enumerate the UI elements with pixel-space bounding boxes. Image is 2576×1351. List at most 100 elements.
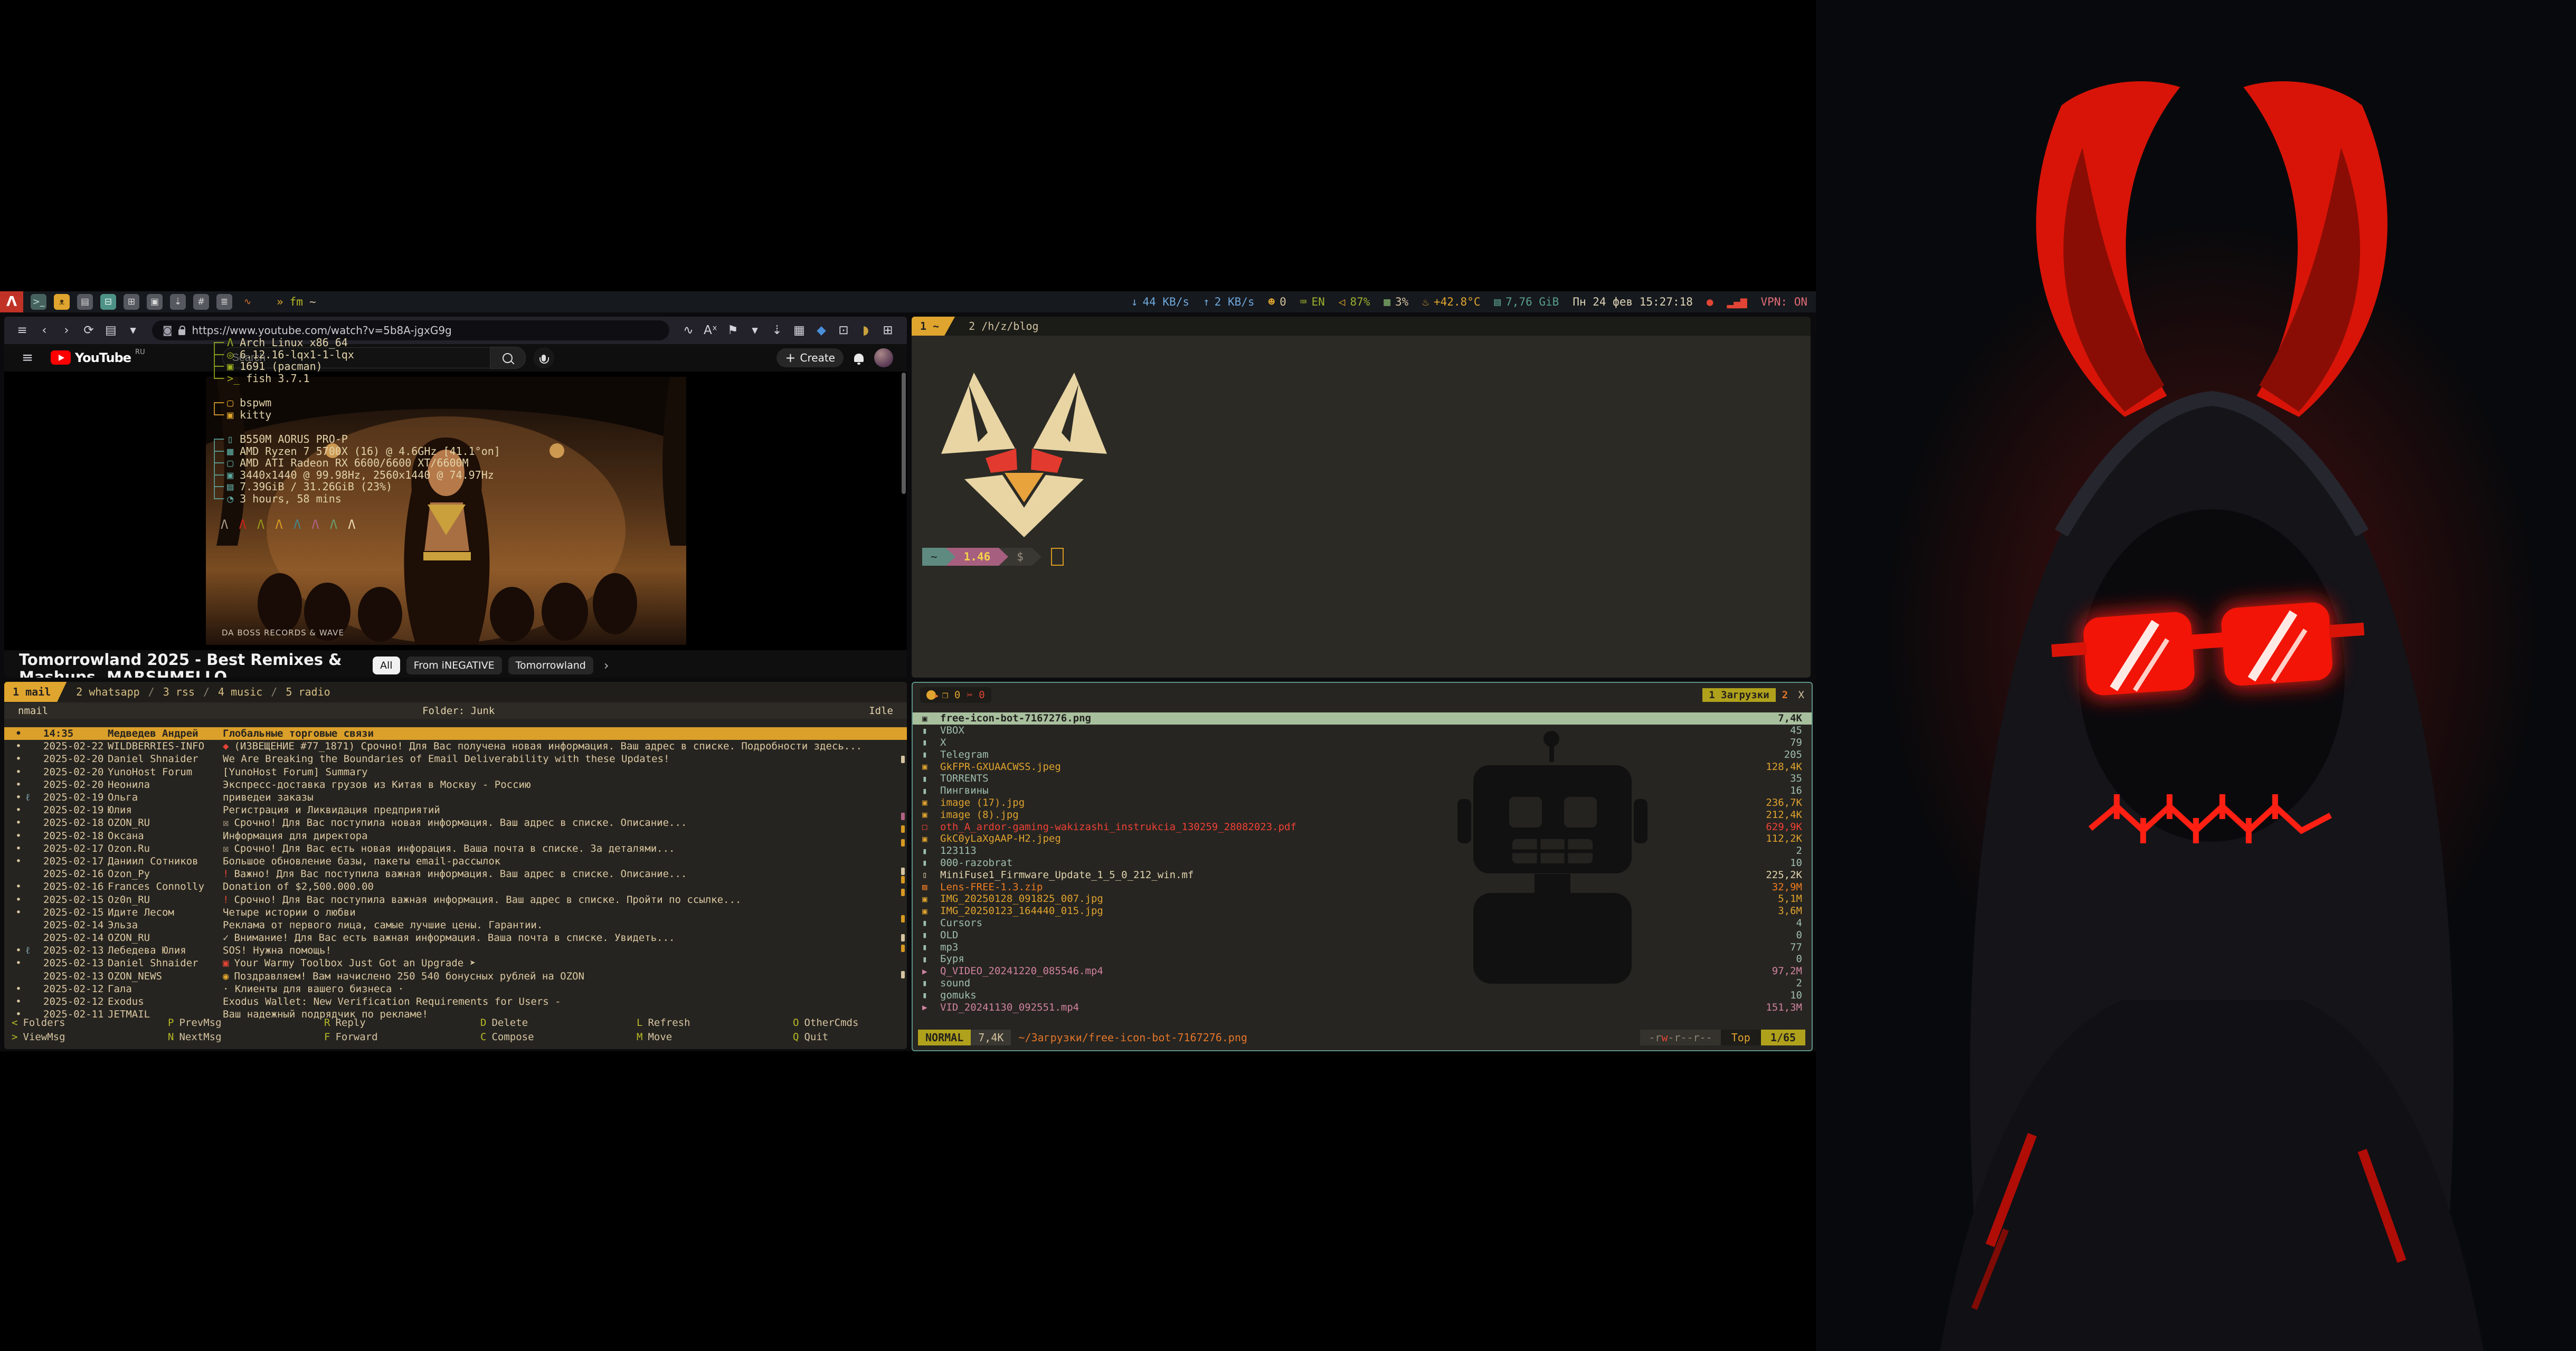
ws-cat-icon[interactable]: ᴥ [54, 294, 70, 310]
mail-help-move[interactable]: MMove [629, 1031, 785, 1043]
file-row[interactable]: ▣GkFPR-GXUAACWSS.jpeg128,4K [913, 760, 1812, 773]
mail-row[interactable]: •2025-02-19ЮлияРегистрация и Ликвидация … [4, 804, 907, 816]
file-row[interactable]: ▮mp377 [913, 941, 1812, 953]
mail-help-reply[interactable]: RReply [317, 1017, 473, 1029]
mail-help-viewmsg[interactable]: >ViewMsg [4, 1031, 160, 1043]
file-row[interactable]: ▮Telegram205 [913, 748, 1812, 760]
file-row[interactable]: ▮Буря0 [913, 953, 1812, 965]
mail-row[interactable]: 2025-02-16Ozon_Py!Важно! Для Вас поступи… [4, 868, 907, 880]
mail-help-refresh[interactable]: LRefresh [629, 1017, 785, 1029]
ws-pulse-icon[interactable]: ∿ [240, 294, 255, 310]
yazi-tab-inactive[interactable]: 2 X [1782, 689, 1804, 701]
mail-row[interactable]: •2025-02-16Frances ConnollyDonation of $… [4, 880, 907, 893]
ghost-counter[interactable]: ☻0 [1268, 296, 1286, 308]
youtube-logo[interactable]: YouTube RU [51, 350, 145, 365]
rss-icon[interactable]: ∿ [679, 321, 698, 340]
yazi-tab-active[interactable]: 1 Загрузки [1702, 688, 1775, 702]
mail-row[interactable]: •2025-02-22WILDBERRIES-INFO◆(ИЗВЕЩЕНИЕ #… [4, 740, 907, 753]
cpu-load[interactable]: ▦3% [1384, 296, 1408, 308]
file-row[interactable]: ▮OLD0 [913, 929, 1812, 941]
browser-scrollbar[interactable] [902, 373, 906, 494]
ws-terminal-icon[interactable]: >_ [31, 294, 46, 310]
file-row[interactable]: ▮sound2 [913, 977, 1812, 990]
mail-row[interactable]: •2025-02-20Daniel ShnaiderWe Are Breakin… [4, 753, 907, 765]
filter-chip-2[interactable]: Tomorrowland [508, 657, 593, 674]
puzzle-icon[interactable]: ⊞ [878, 321, 897, 340]
extension-blue-icon[interactable]: ◆ [812, 321, 831, 340]
terminal-tab-inactive[interactable]: 2 /h/z/blog [955, 317, 1052, 336]
file-row[interactable]: ▣IMG_20250128_091825_007.jpg5,1M [913, 893, 1812, 905]
ws-list-icon[interactable]: ≣ [216, 294, 232, 310]
signal-bars[interactable]: ▂▄▆ [1727, 296, 1747, 308]
file-row[interactable]: ▮VBOX45 [913, 725, 1812, 737]
translate-icon[interactable]: Aˣ [701, 321, 720, 340]
mail-row[interactable]: •2025-02-15Идите ЛесомЧетыре истории о л… [4, 906, 907, 919]
mail-row[interactable]: •ℓ2025-02-13Лебедева ЮлияSOS! Нужна помо… [4, 944, 907, 957]
reader-caret-icon[interactable]: ▾ [124, 321, 143, 340]
file-row[interactable]: ▮Пингвины16 [913, 785, 1812, 797]
volume[interactable]: ◁87% [1339, 296, 1370, 308]
forward-icon[interactable]: › [57, 321, 76, 340]
screenshot-icon[interactable]: ⊡ [834, 321, 853, 340]
mail-row[interactable]: •2025-02-12ExodusExodus Wallet: New Veri… [4, 995, 907, 1008]
filter-chip-0[interactable]: All [373, 657, 400, 674]
file-row[interactable]: ▮Cursors4 [913, 917, 1812, 929]
mail-row[interactable]: 2025-02-13OZON_NEWS◉Поздравляем! Вам нач… [4, 970, 907, 983]
back-icon[interactable]: ‹ [35, 321, 54, 340]
mail-help-delete[interactable]: DDelete [473, 1017, 629, 1029]
youtube-menu-icon[interactable]: ≡ [18, 348, 37, 367]
mail-help-othercmds[interactable]: OOtherCmds [785, 1017, 907, 1029]
mail-row[interactable]: •2025-02-15Oz0n_RU!Срочно! Для Вас посту… [4, 893, 907, 906]
mail-help-prevmsg[interactable]: PPrevMsg [160, 1017, 317, 1029]
file-row[interactable]: ▯MiniFuse1_Firmware_Update_1_5_0_212_win… [913, 869, 1812, 881]
vpn-status[interactable]: VPN: ON [1760, 296, 1807, 308]
mail-help-compose[interactable]: CCompose [473, 1031, 629, 1043]
ws-windows-icon[interactable]: ⊞ [124, 294, 139, 310]
ws-chat-icon[interactable]: ⊟ [100, 294, 116, 310]
file-row[interactable]: ▮X79 [913, 737, 1812, 749]
download-icon[interactable]: ⇣ [768, 321, 787, 340]
file-row[interactable]: ▮1231132 [913, 845, 1812, 857]
memory[interactable]: ▤7,76 GiB [1494, 296, 1559, 308]
ws-images-icon[interactable]: ▣ [147, 294, 163, 310]
mail-row[interactable]: •2025-02-18ОксанаИнформация для директор… [4, 830, 907, 842]
url-text[interactable]: https://www.youtube.com/watch?v=5b8A-jgx… [192, 324, 451, 337]
mail-row[interactable]: 2025-02-14ЭльзаРеклама от первого лица, … [4, 919, 907, 931]
file-row[interactable]: ▶VID_20241130_092551.mp4151,3M [913, 1001, 1812, 1013]
net-down[interactable]: ↓44 KB/s [1131, 296, 1189, 308]
mail-row[interactable]: •2025-02-12Гала· Клиенты для вашего бизн… [4, 983, 907, 995]
ws-hash-icon[interactable]: # [193, 294, 209, 310]
bookmark-caret-icon[interactable]: ▾ [745, 321, 764, 340]
voice-search-button[interactable] [533, 347, 554, 368]
mail-tab-1[interactable]: 2 whatsapp [69, 682, 147, 702]
mail-row[interactable]: •2025-02-17Даниил СотниковБольшое обновл… [4, 855, 907, 868]
adblock-icon[interactable]: ◗ [856, 321, 875, 340]
terminal-tab-active[interactable]: 1 ~ [912, 317, 955, 336]
shell-prompt[interactable]: ~ 1.46 $ [922, 548, 1064, 566]
file-row[interactable]: ▨Lens-FREE-1.3.zip32,9M [913, 881, 1812, 893]
file-row[interactable]: ▶Q_VIDEO_20241220_085546.mp497,2M [913, 965, 1812, 977]
clock[interactable]: Пн 24 фев 15:27:18 [1573, 296, 1693, 308]
mail-tab-active[interactable]: 1 mail [4, 682, 67, 702]
bookmark-icon[interactable]: ⚑ [723, 321, 742, 340]
mail-help-forward[interactable]: FForward [317, 1031, 473, 1043]
filter-chip-1[interactable]: From iNEGATIVE [406, 657, 502, 674]
reload-icon[interactable]: ⟳ [79, 321, 98, 340]
mail-tab-4[interactable]: 5 radio [278, 682, 337, 702]
sidebar-icon[interactable]: ▦ [790, 321, 809, 340]
avatar[interactable] [874, 348, 893, 367]
shield-icon[interactable]: ◙ [163, 325, 172, 336]
file-row[interactable]: ▣IMG_20250123_164440_015.jpg3,6M [913, 905, 1812, 917]
notifications-bell-icon[interactable] [854, 354, 864, 362]
mail-row[interactable]: 2025-02-14OZON_RU✓Внимание! Для Вас есть… [4, 931, 907, 944]
keyboard-layout[interactable]: ⌨EN [1300, 296, 1325, 308]
mail-row[interactable]: •2025-02-13Daniel Shnaider▣Your Warmy To… [4, 957, 907, 969]
net-up[interactable]: ↑2 KB/s [1203, 296, 1255, 308]
ws-files-icon[interactable]: ▤ [77, 294, 93, 310]
reader-list-icon[interactable]: ▤ [101, 321, 120, 340]
temperature[interactable]: ♨+42.8°C [1422, 296, 1480, 308]
file-row[interactable]: □oth_A_ardor-gaming-wakizashi_instrukcia… [913, 821, 1812, 833]
file-row[interactable]: ▣image (8).jpg212,4K [913, 808, 1812, 821]
file-row[interactable]: ▮000-razobrat10 [913, 857, 1812, 869]
file-row[interactable]: ▮gomuks10 [913, 989, 1812, 1001]
